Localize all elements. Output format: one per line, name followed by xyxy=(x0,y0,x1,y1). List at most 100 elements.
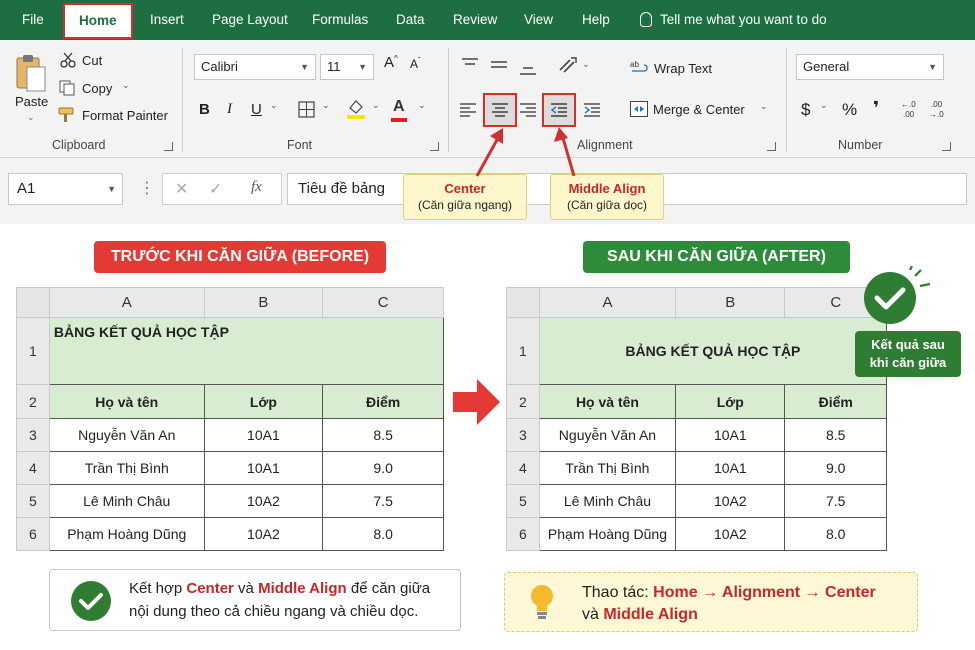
tell-me-search[interactable]: Tell me what you want to do xyxy=(640,0,827,40)
alignment-launcher-icon[interactable] xyxy=(767,142,776,151)
merge-dropdown-icon[interactable]: ⌄ xyxy=(760,101,768,112)
enter-icon[interactable]: ✓ xyxy=(209,179,222,199)
cut-button[interactable]: Cut xyxy=(82,53,102,68)
name-box[interactable]: A1 ▼ xyxy=(8,173,123,205)
header-cell[interactable]: Điểm xyxy=(322,384,444,419)
tab-data[interactable]: Data xyxy=(396,0,425,40)
data-cell[interactable]: 10A1 xyxy=(203,451,324,485)
italic-button[interactable]: I xyxy=(227,101,232,118)
increase-font-icon[interactable]: A^ xyxy=(384,54,398,71)
column-header[interactable]: B xyxy=(203,287,324,318)
insert-function-button[interactable]: fx xyxy=(251,179,262,196)
font-size-dropdown[interactable]: 11 ▼ xyxy=(320,54,374,80)
borders-icon[interactable] xyxy=(298,101,316,119)
tab-file[interactable]: File xyxy=(22,0,44,40)
data-cell[interactable]: Nguyễn Văn An xyxy=(538,418,677,452)
merge-center-button[interactable]: Merge & Center xyxy=(653,102,745,117)
header-cell[interactable]: Lớp xyxy=(675,384,786,419)
title-cell-centered[interactable]: BẢNG KẾT QUẢ HỌC TẬP xyxy=(538,317,888,385)
header-cell[interactable]: Họ và tên xyxy=(538,384,677,419)
header-cell[interactable]: Lớp xyxy=(203,384,324,419)
font-color-dropdown-icon[interactable]: ⌄ xyxy=(418,100,426,111)
data-cell[interactable]: 10A2 xyxy=(675,517,786,551)
row-header[interactable]: 1 xyxy=(506,317,540,385)
data-cell[interactable]: Lê Minh Châu xyxy=(538,484,677,518)
tab-view[interactable]: View xyxy=(524,0,553,40)
decrease-decimal-icon[interactable]: .00 →.0 xyxy=(928,98,950,120)
copy-button[interactable]: Copy xyxy=(82,81,112,96)
top-align-icon[interactable] xyxy=(462,58,478,70)
data-cell[interactable]: 8.5 xyxy=(784,418,887,452)
row-header[interactable]: 2 xyxy=(16,384,50,419)
orientation-dropdown-icon[interactable]: ⌄ xyxy=(582,59,590,70)
decrease-font-icon[interactable]: Aˇ xyxy=(410,56,421,71)
select-all-corner[interactable] xyxy=(16,287,50,318)
data-cell[interactable]: 8.0 xyxy=(322,517,444,551)
font-name-dropdown[interactable]: Calibri ▼ xyxy=(194,54,316,80)
data-cell[interactable]: 8.5 xyxy=(322,418,444,452)
percent-button[interactable]: % xyxy=(842,100,857,120)
increase-indent-icon[interactable] xyxy=(584,102,602,118)
orientation-icon[interactable] xyxy=(558,56,578,74)
bottom-align-icon[interactable] xyxy=(520,62,536,76)
row-header[interactable]: 2 xyxy=(506,384,540,419)
header-cell[interactable]: Điểm xyxy=(784,384,887,419)
tab-formulas[interactable]: Formulas xyxy=(312,0,368,40)
fill-color-dropdown-icon[interactable]: ⌄ xyxy=(372,100,380,111)
data-cell[interactable]: 9.0 xyxy=(322,451,444,485)
row-header[interactable]: 5 xyxy=(506,484,540,518)
align-right-icon[interactable] xyxy=(520,102,538,118)
row-header[interactable]: 1 xyxy=(16,317,50,385)
row-header[interactable]: 5 xyxy=(16,484,50,518)
row-header[interactable]: 4 xyxy=(506,451,540,485)
tab-home[interactable]: Home xyxy=(63,3,133,39)
data-cell[interactable]: Nguyễn Văn An xyxy=(48,418,205,452)
row-header[interactable]: 6 xyxy=(16,517,50,551)
row-header[interactable]: 3 xyxy=(16,418,50,452)
data-cell[interactable]: Lê Minh Châu xyxy=(48,484,205,518)
format-painter-button[interactable]: Format Painter xyxy=(82,108,168,123)
underline-dropdown-icon[interactable]: ⌄ xyxy=(270,100,278,111)
middle-align-button[interactable] xyxy=(542,93,576,127)
header-cell[interactable]: Họ và tên xyxy=(48,384,205,419)
data-cell[interactable]: 10A1 xyxy=(675,418,786,452)
data-cell[interactable]: Trần Thị Bình xyxy=(48,451,205,485)
middle-align-top-row-icon[interactable] xyxy=(491,60,507,72)
column-header[interactable]: A xyxy=(48,287,205,318)
align-left-icon[interactable] xyxy=(460,102,478,118)
row-header[interactable]: 6 xyxy=(506,517,540,551)
row-header[interactable]: 4 xyxy=(16,451,50,485)
title-cell-unaligned[interactable]: BẢNG KẾT QUẢ HỌC TẬP xyxy=(48,317,445,385)
row-header[interactable]: 3 xyxy=(506,418,540,452)
copy-dropdown-icon[interactable]: ⌄ xyxy=(122,80,130,91)
bold-button[interactable]: B xyxy=(199,101,210,118)
data-cell[interactable]: Trần Thị Bình xyxy=(538,451,677,485)
data-cell[interactable]: 8.0 xyxy=(784,517,887,551)
tab-insert[interactable]: Insert xyxy=(150,0,184,40)
number-launcher-icon[interactable] xyxy=(942,142,951,151)
currency-dropdown-icon[interactable]: ⌄ xyxy=(820,100,828,111)
data-cell[interactable]: 10A1 xyxy=(675,451,786,485)
paste-label[interactable]: Paste xyxy=(15,94,48,109)
currency-button[interactable]: $ xyxy=(801,100,810,120)
column-header[interactable]: C xyxy=(322,287,444,318)
tab-page-layout[interactable]: Page Layout xyxy=(212,0,288,40)
tab-review[interactable]: Review xyxy=(453,0,497,40)
data-cell[interactable]: 10A2 xyxy=(675,484,786,518)
increase-decimal-icon[interactable]: ←.0 .00 xyxy=(900,98,922,120)
center-button[interactable] xyxy=(483,93,517,127)
data-cell[interactable]: 7.5 xyxy=(322,484,444,518)
data-cell[interactable]: 10A2 xyxy=(203,484,324,518)
borders-dropdown-icon[interactable]: ⌄ xyxy=(322,100,330,111)
clipboard-launcher-icon[interactable] xyxy=(164,142,173,151)
select-all-corner[interactable] xyxy=(506,287,540,318)
comma-style-button[interactable]: ❜ xyxy=(873,98,879,119)
data-cell[interactable]: 9.0 xyxy=(784,451,887,485)
column-header[interactable]: B xyxy=(675,287,786,318)
paste-dropdown-icon[interactable]: ⌄ xyxy=(27,112,35,123)
data-cell[interactable]: Phạm Hoàng Dũng xyxy=(48,517,205,551)
wrap-text-button[interactable]: Wrap Text xyxy=(654,61,712,76)
number-format-dropdown[interactable]: General ▼ xyxy=(796,54,944,80)
fill-color-icon[interactable] xyxy=(346,98,366,120)
data-cell[interactable]: 10A1 xyxy=(203,418,324,452)
